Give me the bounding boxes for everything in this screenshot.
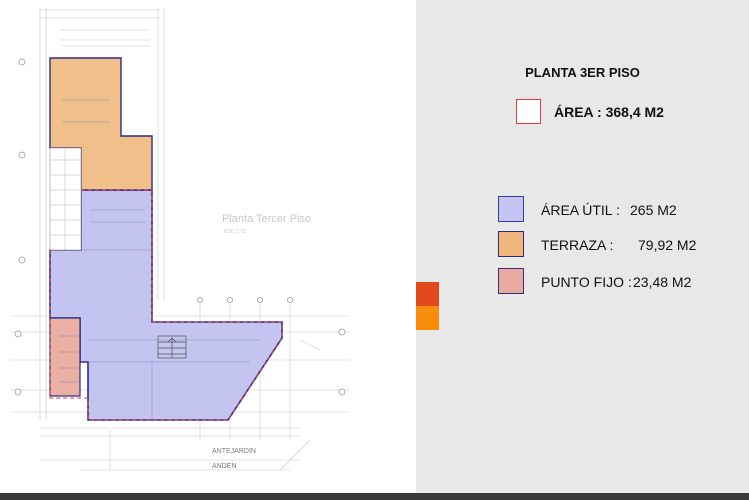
marker-red xyxy=(416,282,439,306)
util-label: ÁREA ÚTIL : xyxy=(541,202,620,218)
terraza-label: TERRAZA : xyxy=(541,237,614,253)
area-punto-fijo-shape xyxy=(49,317,81,397)
total-area-swatch xyxy=(516,99,541,124)
punto-fijo-label: PUNTO FIJO : xyxy=(541,274,632,290)
floor-plan-panel: Planta Tercer Piso ESC 1:75 ANTEJARDIN A… xyxy=(0,0,416,496)
terraza-value: 79,92 M2 xyxy=(638,237,697,253)
legend-panel: PLANTA 3ER PISO ÁREA : 368,4 M2 ÁREA ÚTI… xyxy=(416,0,749,496)
plan-caption: Planta Tercer Piso xyxy=(222,213,311,225)
label-antejardin: ANTEJARDIN xyxy=(212,448,256,455)
total-area-label: ÁREA : 368,4 M2 xyxy=(554,104,664,120)
punto-fijo-value: 23,48 M2 xyxy=(633,274,692,290)
floor-plan-drawing: Planta Tercer Piso ESC 1:75 ANTEJARDIN A… xyxy=(10,8,350,471)
legend-item-punto-fijo: PUNTO FIJO : 23,48 M2 xyxy=(498,268,738,295)
legend-item-terraza: TERRAZA : 79,92 M2 xyxy=(498,231,738,258)
util-value: 265 M2 xyxy=(630,202,677,218)
plan-scale: ESC 1:75 xyxy=(224,229,246,235)
marker-orange xyxy=(416,306,439,330)
bottom-bar xyxy=(0,493,749,500)
legend-title: PLANTA 3ER PISO xyxy=(525,65,640,80)
punto-fijo-swatch xyxy=(498,268,524,294)
util-swatch xyxy=(498,196,524,222)
terraza-swatch xyxy=(498,231,524,257)
label-anden: ANDEN xyxy=(212,463,237,470)
void-strip xyxy=(49,147,82,251)
legend-item-util: ÁREA ÚTIL : 265 M2 xyxy=(498,196,738,223)
